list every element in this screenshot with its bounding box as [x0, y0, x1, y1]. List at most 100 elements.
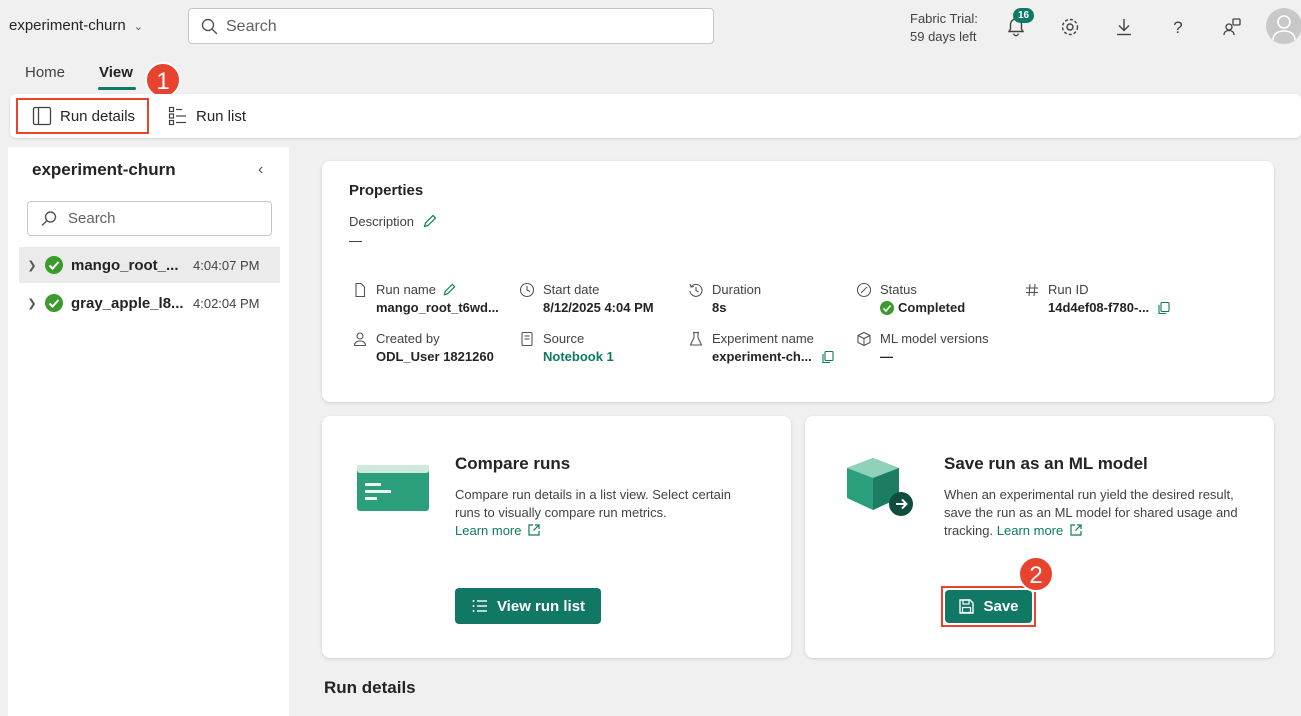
person-icon: [1272, 15, 1296, 41]
runs-panel: experiment-churn ‹ Search ❯ mango_root_.…: [8, 147, 289, 716]
person-icon: [353, 332, 367, 347]
prop-label: Run ID: [1048, 282, 1089, 297]
learn-more-link[interactable]: Learn more: [455, 523, 521, 538]
chevron-right-icon[interactable]: ❯: [19, 297, 45, 310]
source-notebook-link[interactable]: Notebook 1: [543, 349, 614, 364]
run-details-button[interactable]: Run details: [16, 98, 150, 134]
compare-runs-card: Compare runs Compare run details in a li…: [322, 416, 791, 658]
description-label: Description: [349, 213, 438, 229]
save-model-description: When an experimental run yield the desir…: [944, 487, 1238, 538]
top-bar: experiment-churn ⌄ Search Fabric Trial: 5…: [0, 0, 1301, 54]
prop-value: —: [880, 349, 893, 364]
copy-icon[interactable]: [821, 350, 835, 364]
cube-save-illustration: [847, 458, 913, 516]
edit-pencil-icon[interactable]: [442, 282, 457, 297]
prop-label: Source: [543, 331, 585, 346]
compare-runs-description: Compare run details in a list view. Sele…: [455, 487, 732, 538]
trial-status[interactable]: Fabric Trial: 59 days left: [910, 10, 978, 46]
run-list-item[interactable]: ❯ mango_root_... 4:04:07 PM: [19, 247, 280, 283]
search-placeholder: Search: [226, 18, 277, 35]
external-link-icon[interactable]: [527, 523, 541, 537]
list-icon: [168, 106, 186, 126]
chevron-right-icon[interactable]: ❯: [19, 259, 45, 272]
run-name: gray_apple_l8...: [71, 294, 184, 312]
list-icon: [472, 600, 487, 612]
trial-label: Fabric Trial:: [910, 11, 978, 26]
hash-icon: [1026, 283, 1038, 297]
search-placeholder: Search: [68, 210, 116, 227]
help-icon[interactable]: ?: [1167, 16, 1189, 38]
user-avatar[interactable]: [1266, 8, 1301, 44]
run-list-button[interactable]: Run list: [168, 98, 246, 134]
save-icon: [959, 599, 975, 614]
prop-value: Completed: [880, 300, 965, 315]
status-icon: [856, 282, 872, 298]
search-icon: [41, 211, 57, 226]
success-check-icon: [880, 301, 894, 315]
compare-runs-title: Compare runs: [455, 454, 571, 473]
view-run-list-label: View run list: [496, 597, 586, 615]
active-tab-indicator: [98, 87, 136, 90]
save-label: Save: [983, 598, 1019, 615]
people-share-icon[interactable]: [1221, 16, 1243, 38]
step-callout-2: 2: [1018, 556, 1054, 592]
search-icon: [201, 18, 218, 35]
copy-icon[interactable]: [1157, 301, 1171, 315]
view-run-list-button[interactable]: View run list: [455, 588, 601, 624]
save-button[interactable]: Save: [945, 590, 1032, 623]
run-details-label: Run details: [60, 107, 136, 125]
prop-label: ML model versions: [880, 331, 989, 346]
prop-label: Duration: [712, 282, 762, 297]
prop-value: mango_root_t6wd...: [376, 300, 499, 315]
save-model-title: Save run as an ML model: [944, 454, 1148, 473]
global-search-input[interactable]: Search: [188, 8, 714, 44]
success-check-icon: [45, 256, 63, 274]
success-check-icon: [45, 294, 63, 312]
prop-value: experiment-ch...: [712, 349, 835, 364]
ribbon-tabs: Home View: [0, 54, 1301, 94]
panel-title: experiment-churn: [32, 160, 176, 179]
ribbon-toolbar: Run details Run list: [10, 94, 1301, 138]
compare-runs-illustration: [357, 465, 429, 511]
learn-more-link[interactable]: Learn more: [997, 523, 1063, 538]
workspace-selector[interactable]: experiment-churn ⌄: [9, 17, 143, 34]
flask-icon: [689, 331, 703, 346]
clock-icon: [519, 282, 535, 298]
prop-value: 8/12/2025 4:04 PM: [543, 300, 654, 315]
step-callout-1: 1: [145, 62, 181, 98]
prop-label: Run name: [376, 282, 457, 297]
runs-search-input[interactable]: Search: [27, 201, 272, 236]
workspace-name: experiment-churn: [9, 17, 126, 34]
properties-title: Properties: [349, 182, 424, 199]
download-icon[interactable]: [1113, 16, 1135, 38]
run-name: mango_root_...: [71, 256, 179, 274]
prop-label: Status: [880, 282, 917, 297]
prop-label: Start date: [543, 282, 600, 297]
trial-days-left: 59 days left: [910, 29, 977, 44]
edit-pencil-icon[interactable]: [422, 213, 438, 229]
collapse-panel-icon[interactable]: ‹: [258, 161, 263, 179]
save-model-card: Save run as an ML model When an experime…: [805, 416, 1274, 658]
document-icon: [355, 282, 366, 298]
prop-value: ODL_User 1821260: [376, 349, 494, 364]
tab-view[interactable]: View: [99, 64, 133, 81]
panel-icon: [32, 106, 52, 126]
gear-icon[interactable]: [1059, 16, 1081, 38]
notebook-icon: [521, 331, 533, 347]
run-list-item[interactable]: ❯ gray_apple_l8... 4:02:04 PM: [19, 285, 280, 321]
external-link-icon[interactable]: [1069, 523, 1083, 537]
tab-home[interactable]: Home: [25, 64, 65, 81]
svg-text:?: ?: [1173, 18, 1182, 37]
history-icon: [689, 283, 703, 297]
run-time: 4:04:07 PM: [193, 257, 260, 273]
chevron-down-icon: ⌄: [133, 21, 143, 33]
run-list-label: Run list: [196, 107, 247, 125]
prop-value: 8s: [712, 300, 727, 315]
prop-label: Created by: [376, 331, 440, 346]
prop-value: 14d4ef08-f780-...: [1048, 300, 1171, 315]
prop-label: Experiment name: [712, 331, 814, 346]
run-details-heading: Run details: [324, 678, 416, 697]
cube-icon: [857, 331, 871, 347]
run-time: 4:02:04 PM: [193, 295, 260, 311]
properties-card: Properties Description — Run name mango_…: [322, 161, 1274, 402]
